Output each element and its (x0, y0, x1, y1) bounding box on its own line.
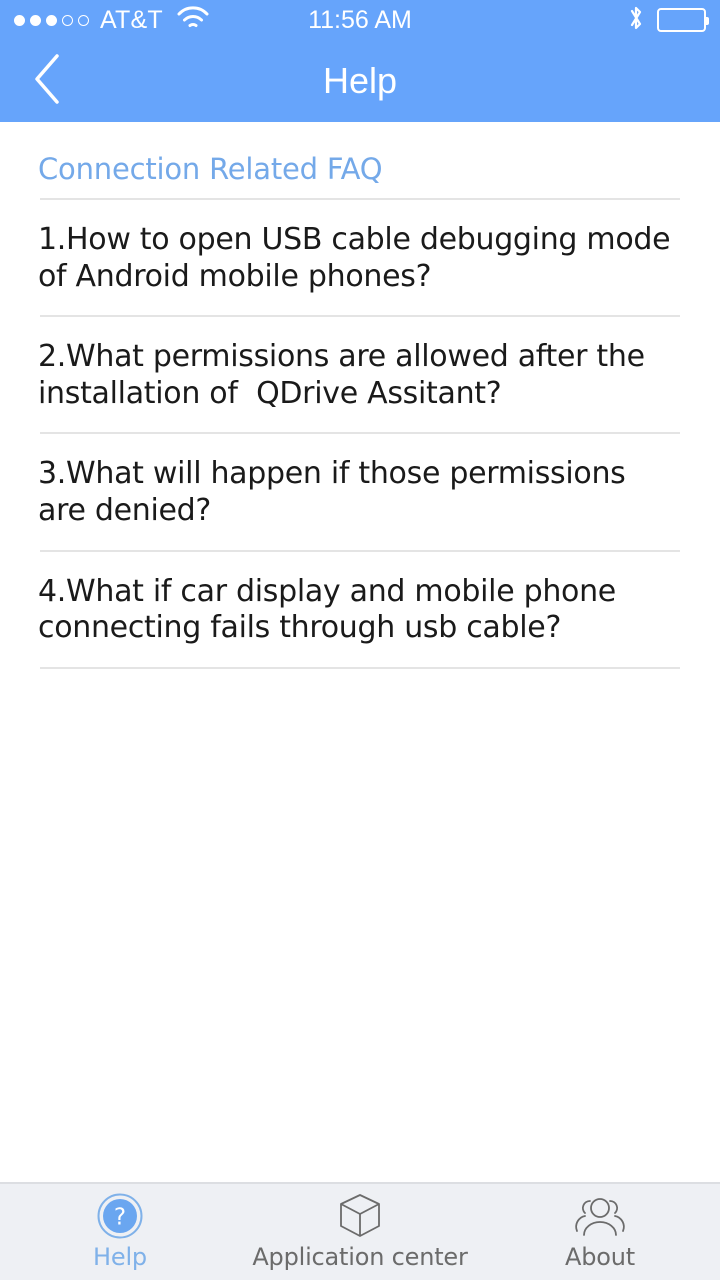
faq-item[interactable]: 3.What will happen if those permissions … (0, 434, 720, 549)
content-area: Connection Related FAQ 1.How to open USB… (0, 122, 720, 1182)
signal-dot-filled (30, 14, 41, 26)
divider (40, 666, 680, 669)
signal-dot-filled (14, 14, 25, 26)
question-circle-icon: ? (97, 1193, 143, 1239)
section-title: Connection Related FAQ (38, 152, 383, 186)
carrier-label: AT&T (100, 5, 163, 34)
app-root: AT&T 11:56 AM Help Connection Related FA… (0, 0, 720, 1280)
battery-icon (657, 8, 709, 32)
signal-dot-filled (46, 14, 57, 26)
bluetooth-icon (627, 4, 645, 36)
people-group-icon (574, 1193, 626, 1239)
tab-label-help: Help (93, 1243, 147, 1271)
faq-item[interactable]: 1.How to open USB cable debugging mode o… (0, 200, 720, 315)
tab-application-center[interactable]: Application center (240, 1184, 480, 1280)
signal-dot-empty (78, 14, 89, 26)
faq-item[interactable]: 4.What if car display and mobile phone c… (0, 552, 720, 667)
wifi-icon (176, 5, 210, 35)
tab-help[interactable]: ? Help (0, 1184, 240, 1280)
status-bar-left: AT&T (14, 5, 210, 35)
status-bar: AT&T 11:56 AM (0, 0, 720, 40)
tab-about[interactable]: About (480, 1184, 720, 1280)
page-title: Help (322, 60, 398, 101)
status-bar-right (627, 4, 709, 36)
signal-dot-empty (62, 14, 73, 26)
faq-item[interactable]: 2.What permissions are allowed after the… (0, 317, 720, 432)
tab-bar: ? Help Application center About (0, 1182, 720, 1280)
signal-strength-dots (14, 14, 89, 26)
tab-label-about: About (565, 1243, 635, 1271)
tab-label-application-center: Application center (252, 1243, 468, 1271)
cube-box-icon (335, 1193, 385, 1239)
svg-text:?: ? (114, 1205, 126, 1231)
navigation-bar: Help (0, 40, 720, 122)
